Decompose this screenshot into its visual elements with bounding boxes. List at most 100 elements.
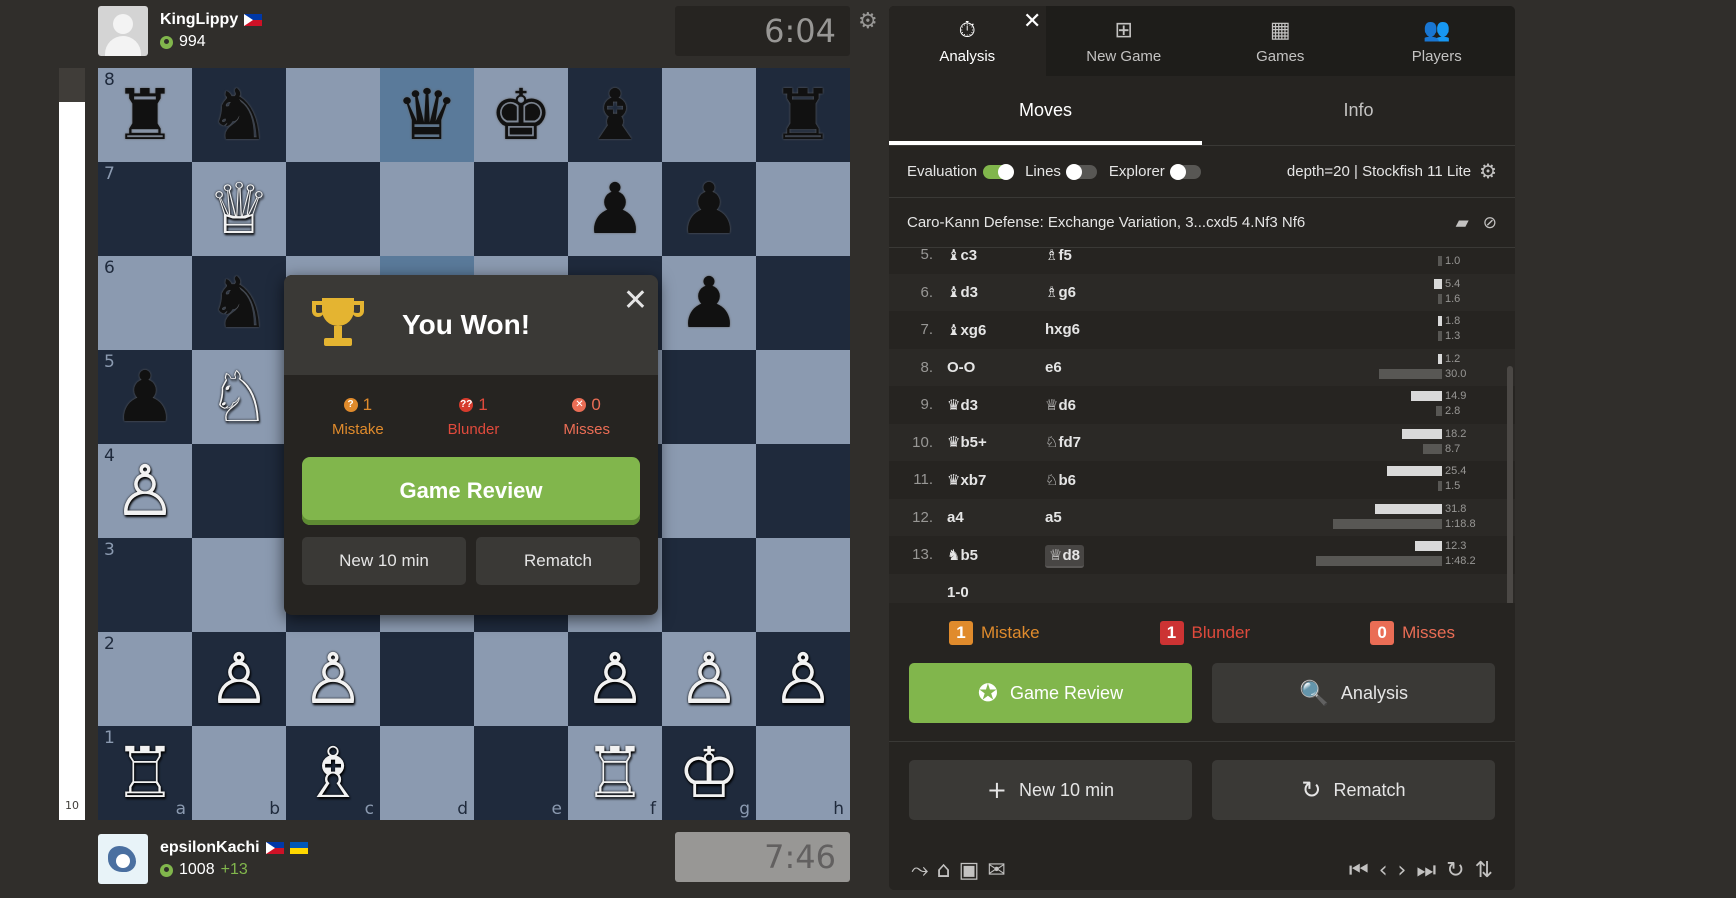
white-move[interactable]: a4	[939, 509, 1037, 526]
square-c2[interactable]: ♙	[286, 632, 380, 726]
black-pawn-icon[interactable]: ♟	[678, 268, 741, 338]
summary-misses[interactable]: 0 Misses	[1370, 621, 1455, 645]
top-player-name[interactable]: KingLippy	[160, 11, 238, 29]
square-h5[interactable]	[756, 350, 850, 444]
white-pawn-icon[interactable]: ♙	[678, 644, 741, 714]
top-player-avatar[interactable]	[98, 6, 148, 56]
white-king-icon[interactable]: ♔	[678, 738, 741, 808]
board-settings-gear-icon[interactable]: ⚙	[858, 8, 878, 34]
black-queen-icon[interactable]: ♛	[396, 80, 459, 150]
square-h1[interactable]: h	[756, 726, 850, 820]
square-h2[interactable]: ♙	[756, 632, 850, 726]
white-move[interactable]: ♞b5	[939, 546, 1037, 564]
white-bishop-icon[interactable]: ♗	[302, 738, 365, 808]
close-icon[interactable]: ✕	[623, 283, 648, 318]
game-review-button[interactable]: ✪ Game Review	[909, 663, 1192, 723]
square-a8[interactable]: 8 ♜	[98, 68, 192, 162]
previous-move-icon[interactable]: ‹	[1379, 858, 1388, 883]
miss-stat[interactable]: ✕ 0 Misses	[563, 395, 610, 447]
black-move[interactable]: ♗g6	[1037, 283, 1135, 301]
refresh-icon[interactable]: ↻	[1446, 858, 1464, 883]
square-g3[interactable]	[662, 538, 756, 632]
square-c8[interactable]	[286, 68, 380, 162]
square-b1[interactable]: b	[192, 726, 286, 820]
square-f7[interactable]: ♟	[568, 162, 662, 256]
white-move[interactable]: ♛xb7	[939, 471, 1037, 489]
square-g4[interactable]	[662, 444, 756, 538]
summary-blunders[interactable]: 1 Blunder	[1159, 621, 1250, 645]
black-move[interactable]: a5	[1037, 509, 1135, 526]
next-move-icon[interactable]: ›	[1398, 858, 1407, 883]
compass-icon[interactable]: ⊘	[1483, 213, 1497, 233]
new-game-button[interactable]: New 10 min	[302, 537, 466, 585]
square-b5[interactable]: ♘	[192, 350, 286, 444]
white-pawn-icon[interactable]: ♙	[208, 644, 271, 714]
bottom-player-avatar[interactable]	[98, 834, 148, 884]
black-bishop-icon[interactable]: ♝	[584, 80, 647, 150]
lines-toggle[interactable]	[1065, 163, 1097, 180]
gear-icon[interactable]: ⚙	[1479, 159, 1497, 184]
black-king-icon[interactable]: ♚	[490, 80, 553, 150]
tab-info[interactable]: Info	[1202, 76, 1515, 145]
square-d7[interactable]	[380, 162, 474, 256]
rematch-button[interactable]: ↻ Rematch	[1212, 760, 1495, 820]
square-a4[interactable]: 4 ♙	[98, 444, 192, 538]
square-a3[interactable]: 3	[98, 538, 192, 632]
tab-players[interactable]: 👥 Players	[1359, 6, 1516, 76]
square-a6[interactable]: 6	[98, 256, 192, 350]
move-list-scrollbar[interactable]	[1507, 366, 1513, 603]
black-rook-icon[interactable]: ♜	[772, 80, 835, 150]
move-list[interactable]: 5. ♝c3 ♗f5 1.0 6. ♝d3 ♗g6 5.4 1.6 7. ♝xg6 hxg6 1.8 1.…	[889, 248, 1515, 603]
white-queen-icon[interactable]: ♕	[208, 174, 271, 244]
square-h7[interactable]	[756, 162, 850, 256]
black-move[interactable]: ♕d8	[1037, 544, 1135, 568]
square-e8[interactable]: ♚	[474, 68, 568, 162]
bottom-player-name[interactable]: epsilonKachi	[160, 839, 260, 857]
square-d8[interactable]: ♛	[380, 68, 474, 162]
black-move[interactable]: e6	[1037, 359, 1135, 376]
square-g6[interactable]: ♟	[662, 256, 756, 350]
square-a1[interactable]: 1 a ♖	[98, 726, 192, 820]
square-e1[interactable]: e	[474, 726, 568, 820]
black-move[interactable]: hxg6	[1037, 321, 1135, 338]
museum-icon[interactable]: ⌂	[937, 858, 951, 883]
tab-moves[interactable]: Moves	[889, 76, 1202, 145]
square-f2[interactable]: ♙	[568, 632, 662, 726]
mistake-stat[interactable]: ? 1 Mistake	[332, 395, 384, 447]
blunder-stat[interactable]: ?? 1 Blunder	[448, 395, 500, 447]
square-b6[interactable]: ♞	[192, 256, 286, 350]
square-f1[interactable]: f ♖	[568, 726, 662, 820]
analysis-button[interactable]: 🔍 Analysis	[1212, 663, 1495, 723]
chat-icon[interactable]: ✉	[987, 858, 1005, 883]
square-c7[interactable]	[286, 162, 380, 256]
opening-name[interactable]: Caro-Kann Defense: Exchange Variation, 3…	[907, 214, 1305, 231]
square-h3[interactable]	[756, 538, 850, 632]
white-move[interactable]: ♝c3	[939, 248, 1037, 264]
white-move[interactable]: ♝xg6	[939, 321, 1037, 339]
first-move-icon[interactable]: ⏮	[1349, 858, 1369, 883]
black-rook-icon[interactable]: ♜	[114, 80, 177, 150]
square-g8[interactable]	[662, 68, 756, 162]
white-pawn-icon[interactable]: ♙	[302, 644, 365, 714]
square-a2[interactable]: 2	[98, 632, 192, 726]
black-move[interactable]: ♗f5	[1037, 248, 1135, 264]
share-icon[interactable]: ⤳	[911, 858, 929, 883]
rematch-button[interactable]: Rematch	[476, 537, 640, 585]
close-icon[interactable]: ✕	[1023, 8, 1041, 34]
new-game-button[interactable]: + New 10 min	[909, 760, 1192, 820]
white-move[interactable]: ♛d3	[939, 396, 1037, 414]
square-e2[interactable]	[474, 632, 568, 726]
black-pawn-icon[interactable]: ♟	[678, 174, 741, 244]
black-knight-icon[interactable]: ♞	[208, 80, 271, 150]
square-h8[interactable]: ♜	[756, 68, 850, 162]
white-knight-icon[interactable]: ♘	[208, 362, 271, 432]
explorer-toggle[interactable]	[1169, 163, 1201, 180]
square-a7[interactable]: 7	[98, 162, 192, 256]
white-pawn-icon[interactable]: ♙	[584, 644, 647, 714]
white-move[interactable]: O-O	[939, 359, 1037, 376]
square-e7[interactable]	[474, 162, 568, 256]
white-rook-icon[interactable]: ♖	[114, 738, 177, 808]
square-d1[interactable]: d	[380, 726, 474, 820]
square-g1[interactable]: g ♔	[662, 726, 756, 820]
tab-games[interactable]: ▦ Games	[1202, 6, 1359, 76]
